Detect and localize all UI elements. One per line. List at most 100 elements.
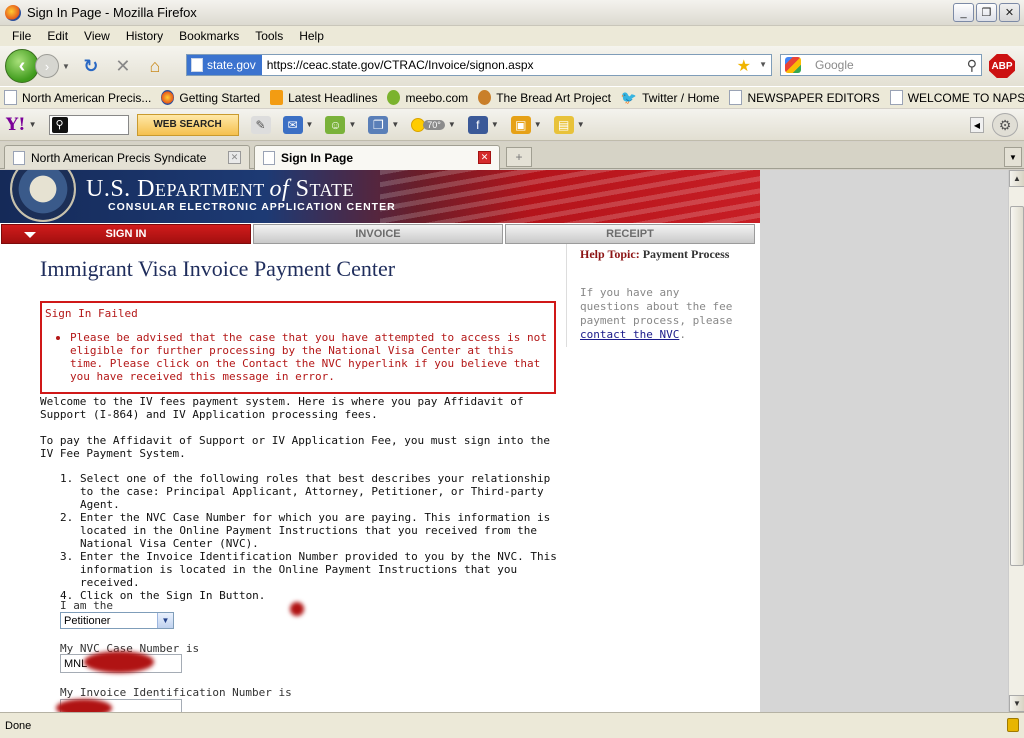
gear-icon[interactable]: ⚙ <box>992 113 1018 137</box>
menu-tools[interactable]: Tools <box>247 29 291 43</box>
close-tab-icon[interactable]: ✕ <box>228 151 241 164</box>
welcome-text: Welcome to the IV fees payment system. H… <box>40 395 524 421</box>
close-tab-icon[interactable]: ✕ <box>478 151 491 164</box>
messenger-icon[interactable]: ☺ <box>325 115 346 134</box>
news-icon[interactable]: ▣ <box>510 115 531 134</box>
triangle-down-icon <box>24 232 36 238</box>
weather-widget[interactable]: 70° <box>411 117 445 132</box>
window-titlebar: Sign In Page - Mozilla Firefox _ ❐ ✕ <box>0 0 1024 26</box>
weather-dropdown-icon[interactable]: ▼ <box>448 120 456 129</box>
menu-history[interactable]: History <box>118 29 171 43</box>
navigation-toolbar: ‹ › ▼ ↻ ✕ ⌂ state.gov https://ceac.state… <box>0 46 1024 86</box>
bookmark-item[interactable]: 🐦 Twitter / Home <box>621 90 720 105</box>
firefox-icon <box>5 4 21 21</box>
forward-button[interactable]: › <box>35 54 59 78</box>
chevron-down-icon[interactable]: ▼ <box>157 613 173 628</box>
mail-dropdown-icon[interactable]: ▼ <box>306 120 314 129</box>
notes-icon[interactable]: ▤ <box>553 115 574 134</box>
bookmark-item[interactable]: Getting Started <box>161 90 260 105</box>
role-label: I am the <box>60 599 113 612</box>
url-text[interactable]: https://ceac.state.gov/CTRAC/Invoice/sig… <box>267 58 534 72</box>
to-pay-text: To pay the Affidavit of Support or IV Ap… <box>40 434 550 460</box>
meebo-icon <box>387 90 401 105</box>
bookmark-item[interactable]: NEWSPAPER EDITORS <box>729 90 880 105</box>
facebook-icon[interactable]: f <box>467 115 488 134</box>
new-tab-button[interactable]: + <box>506 147 532 167</box>
bookmark-label: Latest Headlines <box>288 90 378 105</box>
search-box[interactable]: Google ⚲ <box>780 54 982 76</box>
back-button[interactable]: ‹ <box>5 49 39 83</box>
web-search-button[interactable]: WEB SEARCH <box>136 113 239 136</box>
search-input[interactable]: Google <box>815 58 854 72</box>
messenger-dropdown-icon[interactable]: ▼ <box>348 120 356 129</box>
tab-sign-in-page[interactable]: Sign In Page ✕ <box>254 145 500 170</box>
minimize-button[interactable]: _ <box>953 3 974 22</box>
menu-bookmarks[interactable]: Bookmarks <box>171 29 247 43</box>
tab-sign-in[interactable]: SIGN IN <box>1 224 251 244</box>
scrollbar-thumb[interactable] <box>1010 206 1024 566</box>
error-title: Sign In Failed <box>45 307 138 320</box>
pencil-icon[interactable]: ✎ <box>250 115 271 134</box>
window-title: Sign In Page - Mozilla Firefox <box>27 5 197 20</box>
bookmarks-icon[interactable]: ❐ <box>368 115 389 134</box>
mail-icon[interactable]: ✉ <box>282 115 303 134</box>
close-window-button[interactable]: ✕ <box>999 3 1020 22</box>
menu-edit[interactable]: Edit <box>39 29 76 43</box>
restore-button[interactable]: ❐ <box>976 3 997 22</box>
toolbar-scroll-icon[interactable]: ◀ <box>970 117 984 133</box>
search-icon: ⚲ <box>51 116 68 133</box>
stop-icon[interactable]: ✕ <box>112 55 134 77</box>
bookmarks-dropdown-icon[interactable]: ▼ <box>391 120 399 129</box>
url-bar[interactable]: state.gov https://ceac.state.gov/CTRAC/I… <box>186 54 772 76</box>
status-bar: Done <box>0 712 1024 738</box>
menu-help[interactable]: Help <box>291 29 332 43</box>
news-dropdown-icon[interactable]: ▼ <box>534 120 542 129</box>
banner-title-part: S <box>289 176 310 202</box>
help-topic-label: Help Topic: <box>580 247 640 261</box>
bookmark-item[interactable]: Latest Headlines <box>270 90 377 105</box>
tab-north-american-precis[interactable]: North American Precis Syndicate ✕ <box>4 145 250 169</box>
menu-file[interactable]: File <box>4 29 39 43</box>
history-dropdown-icon[interactable]: ▼ <box>62 62 70 71</box>
tab-invoice[interactable]: INVOICE <box>253 224 503 244</box>
tab-list-dropdown-icon[interactable]: ▼ <box>1004 147 1022 167</box>
list-item: 3. Enter the Invoice Identification Numbe… <box>60 550 560 589</box>
bookmark-star-icon[interactable]: ★ <box>737 56 751 76</box>
bookmark-label: North American Precis... <box>22 90 152 105</box>
page-icon <box>263 151 275 165</box>
google-icon[interactable] <box>785 57 801 73</box>
bookmark-item[interactable]: North American Precis... <box>4 90 151 105</box>
page-icon <box>4 90 17 105</box>
scroll-down-icon[interactable]: ▼ <box>1009 695 1024 712</box>
bookmark-item[interactable]: The Bread Art Project <box>478 90 611 105</box>
department-seal-icon <box>10 170 76 222</box>
home-icon[interactable]: ⌂ <box>144 55 166 77</box>
site-identity-button[interactable]: state.gov <box>187 55 262 75</box>
notes-dropdown-icon[interactable]: ▼ <box>577 120 585 129</box>
list-item: 4. Click on the Sign In Button. <box>60 589 560 602</box>
yahoo-toolbar: Y! ▼ ⚲ WEB SEARCH ✎ ✉ ▼ ☺ ▼ ❐ ▼ 70° ▼ f … <box>0 109 1024 141</box>
tab-receipt[interactable]: RECEIPT <box>505 224 755 244</box>
yahoo-dropdown-icon[interactable]: ▼ <box>29 120 37 129</box>
role-select[interactable]: Petitioner ▼ <box>60 612 174 629</box>
web-page: U.S. DEPARTMENT of STATE CONSULAR ELECTR… <box>0 170 760 712</box>
reload-icon[interactable]: ↻ <box>80 55 102 77</box>
scroll-up-icon[interactable]: ▲ <box>1009 170 1024 187</box>
yahoo-search-input[interactable]: ⚲ <box>48 114 129 135</box>
help-topic: Help Topic: Payment Process <box>580 246 745 262</box>
menu-view[interactable]: View <box>76 29 118 43</box>
vertical-scrollbar[interactable]: ▲ ▼ <box>1008 170 1024 712</box>
url-dropdown-icon[interactable]: ▼ <box>759 60 767 69</box>
state-department-banner: U.S. DEPARTMENT of STATE CONSULAR ELECTR… <box>0 170 760 223</box>
search-icon[interactable]: ⚲ <box>967 57 977 74</box>
adblock-icon[interactable]: ABP <box>989 54 1015 78</box>
contact-nvc-link[interactable]: contact the NVC <box>580 328 679 341</box>
redaction-mark <box>84 651 154 673</box>
bookmark-item[interactable]: WELCOME TO NAPS <box>889 90 1024 105</box>
facebook-dropdown-icon[interactable]: ▼ <box>491 120 499 129</box>
page-icon <box>13 150 25 165</box>
yahoo-logo[interactable]: Y! <box>6 115 26 135</box>
list-item: 2. Enter the NVC Case Number for which yo… <box>60 511 560 550</box>
lock-icon[interactable] <box>1007 718 1019 732</box>
bookmark-item[interactable]: meebo.com <box>387 90 468 105</box>
